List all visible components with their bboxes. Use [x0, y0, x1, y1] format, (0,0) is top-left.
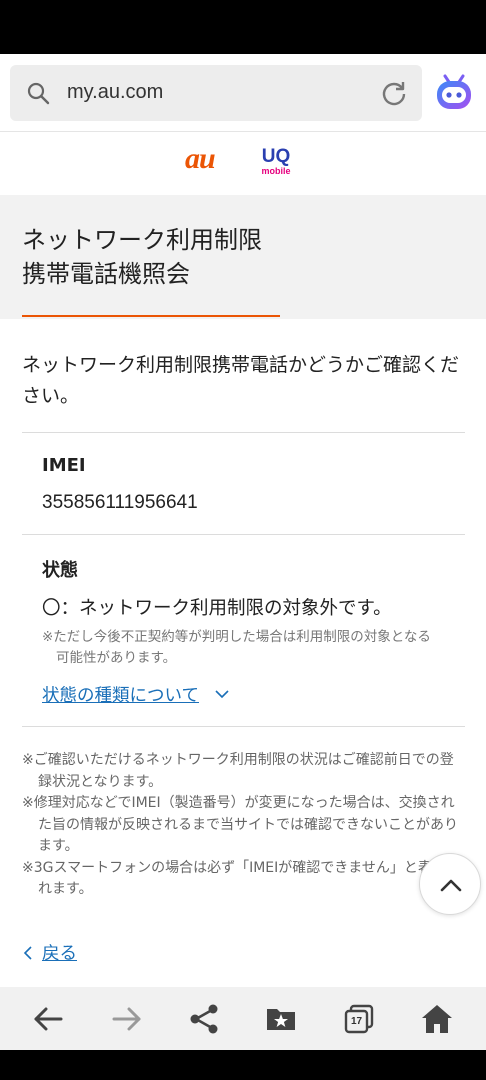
back-link[interactable]: 戻る — [22, 940, 77, 965]
url-text[interactable]: my.au.com — [67, 81, 163, 104]
reload-icon[interactable] — [380, 79, 408, 107]
note-item: ※修理対応などでIMEI（製造番号）が変更になった場合は、交換された旨の情報が反… — [22, 795, 458, 854]
status-label: 状態 — [42, 560, 78, 581]
page-title-line2: 携帯電話機照会 — [22, 260, 190, 288]
chevron-down-icon[interactable] — [214, 686, 230, 702]
page-title-line1: ネットワーク利用制限 — [22, 226, 262, 254]
back-link-label[interactable]: 戻る — [42, 944, 77, 964]
uq-logo-subtext: mobile — [261, 166, 291, 176]
tabs-count: 17 — [350, 1016, 363, 1027]
status-note: ※ただし今後不正契約等が判明した場合は利用制限の対象となる可能性があります。 — [42, 629, 431, 666]
forward-arrow-icon[interactable] — [110, 1002, 144, 1036]
chevron-left-icon — [23, 946, 32, 960]
status-bar — [0, 0, 486, 54]
browser-bottom-nav: 17 — [0, 987, 486, 1050]
note-item: ※ご確認いただけるネットワーク利用制限の状況はご確認前日での登録状況となります。 — [22, 752, 454, 790]
intro-text: ネットワーク利用制限携帯電話かどうかご確認ください。 — [22, 354, 460, 407]
search-icon — [27, 82, 50, 105]
chevron-up-icon — [440, 879, 462, 892]
status-types-link[interactable]: 状態の種類について — [42, 682, 199, 707]
status-value: 〇：ネットワーク利用制限の対象外です。 — [42, 598, 392, 619]
scroll-to-top-button[interactable] — [419, 853, 481, 915]
title-underline — [22, 315, 280, 317]
divider — [22, 726, 465, 727]
uq-mobile-logo[interactable]: UQ mobile — [257, 147, 295, 176]
system-nav-bar — [0, 1050, 486, 1080]
divider — [22, 432, 465, 433]
page-title: ネットワーク利用制限 携帯電話機照会 — [22, 223, 262, 291]
au-logo[interactable]: au — [185, 142, 216, 176]
title-section: ネットワーク利用制限 携帯電話機照会 — [0, 195, 486, 319]
brand-header: au UQ mobile — [0, 132, 486, 195]
imei-value: 355856111956641 — [42, 492, 198, 513]
address-bar[interactable]: my.au.com — [10, 65, 422, 121]
home-icon[interactable] — [420, 1002, 454, 1036]
divider — [22, 534, 465, 535]
bookmarks-icon[interactable] — [264, 1002, 298, 1036]
imei-label: IMEI — [42, 455, 86, 476]
assistant-icon[interactable] — [434, 73, 474, 113]
tabs-button[interactable]: 17 — [342, 1002, 376, 1036]
notes-list: ※ご確認いただけるネットワーク利用制限の状況はご確認前日での登録状況となります。… — [22, 750, 462, 901]
uq-logo-text: UQ — [261, 146, 291, 167]
back-arrow-icon[interactable] — [31, 1002, 65, 1036]
browser-toolbar: my.au.com — [0, 54, 486, 132]
note-item: ※3Gスマートフォンの場合は必ず「IMEIが確認できません」と表記されます。 — [22, 859, 460, 898]
share-icon[interactable] — [187, 1002, 221, 1036]
